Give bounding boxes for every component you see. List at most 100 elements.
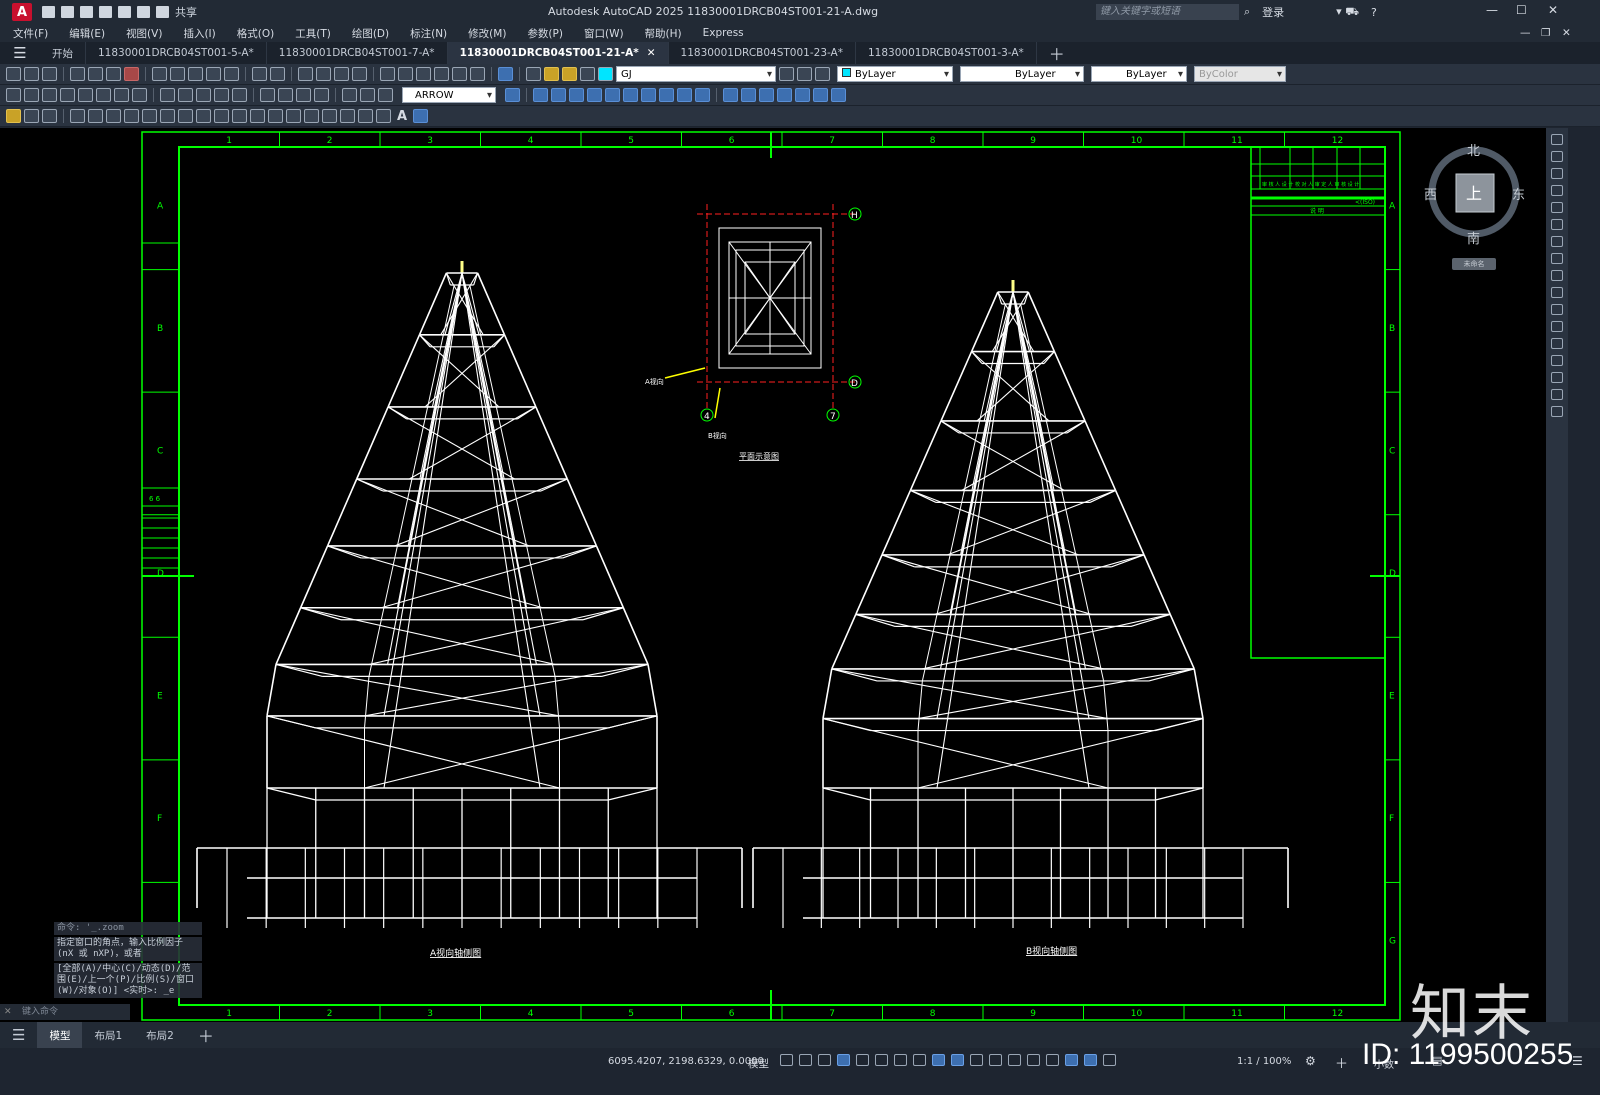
preview-icon[interactable] [88, 67, 103, 81]
tab-document-active[interactable]: 11830001DRCB04ST001-21-A* ✕ [447, 42, 669, 64]
hamburger-menu-icon[interactable]: ☰ [0, 42, 40, 64]
search-icon[interactable]: ⌕ [1244, 5, 1250, 19]
menu-help[interactable]: 帮助(H) [645, 26, 682, 41]
plot-icon[interactable] [118, 6, 131, 18]
coordinates-readout[interactable]: 6095.4207, 2198.6329, 0.0000 [608, 1056, 764, 1067]
menu-edit[interactable]: 编辑(E) [69, 26, 105, 41]
line-icon[interactable] [70, 109, 85, 123]
layer-lock-icon[interactable] [580, 67, 595, 81]
tab-layout2[interactable]: 布局2 [134, 1022, 186, 1048]
linetype-dropdown[interactable]: ByLayer [960, 66, 1084, 83]
rectangle-icon[interactable] [142, 109, 157, 123]
ucs-zaxis-icon[interactable] [659, 88, 674, 102]
solid-box-icon[interactable] [723, 88, 738, 102]
tab-document[interactable]: 11830001DRCB04ST001-23-A* [669, 42, 856, 64]
viewcube-south[interactable]: 南 [1467, 228, 1480, 247]
table-icon[interactable] [376, 109, 391, 123]
dim-space-icon[interactable] [214, 88, 229, 102]
menu-minimize-icon[interactable]: — [1520, 27, 1531, 39]
menu-parameters[interactable]: 参数(P) [527, 26, 563, 41]
layer-iso-icon[interactable] [24, 109, 39, 123]
block-icon[interactable] [224, 67, 239, 81]
solid-cylinder-icon[interactable] [795, 88, 810, 102]
ucs-icon[interactable] [533, 88, 548, 102]
solid-sphere-icon[interactable] [777, 88, 792, 102]
redo-icon[interactable] [156, 6, 169, 18]
ucs-3point-icon[interactable] [677, 88, 692, 102]
paste-icon[interactable] [188, 67, 203, 81]
search-input[interactable]: 键入关键字或短语 [1096, 4, 1239, 20]
grid-icon[interactable] [780, 1054, 793, 1066]
selection-filter-icon[interactable] [1027, 1054, 1040, 1066]
viewcube-north[interactable]: 北 [1467, 140, 1480, 159]
save-icon[interactable] [80, 6, 93, 18]
menu-view[interactable]: 视图(V) [126, 26, 162, 41]
angular-dim-icon[interactable] [132, 88, 147, 102]
auto-scale-icon[interactable] [1084, 1054, 1097, 1066]
mirror-icon[interactable] [1551, 168, 1563, 179]
close-icon[interactable]: ✕ [1548, 3, 1558, 17]
cut-icon[interactable] [152, 67, 167, 81]
ucs-world-icon[interactable] [551, 88, 566, 102]
stretch-icon[interactable] [1551, 270, 1563, 281]
calculator-icon[interactable] [470, 67, 485, 81]
undo-icon[interactable] [137, 6, 150, 18]
break-icon[interactable] [1551, 321, 1563, 332]
transparency-icon[interactable] [951, 1054, 964, 1066]
zoom-window-icon[interactable] [334, 67, 349, 81]
continue-dim-icon[interactable] [196, 88, 211, 102]
isodraft-icon[interactable] [875, 1054, 888, 1066]
solid-wedge-icon[interactable] [741, 88, 756, 102]
3d-osnap-icon[interactable] [989, 1054, 1002, 1066]
erase-icon[interactable] [1551, 134, 1563, 145]
publish-icon[interactable] [106, 67, 121, 81]
viewcube-east[interactable]: 东 [1512, 184, 1525, 203]
menu-window[interactable]: 窗口(W) [584, 26, 624, 41]
explode-icon[interactable] [1551, 406, 1563, 417]
snap-icon[interactable] [799, 1054, 812, 1066]
layer-color-icon[interactable] [598, 67, 613, 81]
drawing-canvas[interactable]: 1 2 3 4 5 6 7 8 9 10 11 12 1 2 3 4 5 6 7 8 9 10 11 12 AABBCCDD… [0, 128, 1546, 1022]
wcs-menu[interactable]: 未命名 [1452, 258, 1496, 270]
dim-style-icon[interactable] [505, 88, 520, 102]
annotation-scale[interactable]: 1:1 / 100% [1237, 1056, 1291, 1067]
layer-walk-icon[interactable] [42, 109, 57, 123]
print-icon[interactable] [70, 67, 85, 81]
solid-pyramid-icon[interactable] [831, 88, 846, 102]
ellipse-icon[interactable] [232, 109, 247, 123]
menu-file[interactable]: 文件(F) [13, 26, 48, 41]
rotate-icon[interactable] [1551, 236, 1563, 247]
mtext-icon[interactable]: A [397, 109, 407, 124]
tab-layout1[interactable]: 布局1 [82, 1022, 134, 1048]
2d-osnap-icon[interactable] [913, 1054, 926, 1066]
layer-match-icon[interactable] [6, 109, 21, 123]
center-mark-icon[interactable] [278, 88, 293, 102]
infer-icon[interactable] [818, 1054, 831, 1066]
copy-object-icon[interactable] [1551, 151, 1563, 162]
radius-dim-icon[interactable] [78, 88, 93, 102]
arc-length-icon[interactable] [42, 88, 57, 102]
model-space-button[interactable]: 模型 [748, 1056, 769, 1071]
inspection-icon[interactable] [296, 88, 311, 102]
menu-insert[interactable]: 插入(I) [183, 26, 215, 41]
make-block-icon[interactable] [286, 109, 301, 123]
region-icon[interactable] [358, 109, 373, 123]
hatch-icon[interactable] [322, 109, 337, 123]
ellipse-arc-icon[interactable] [250, 109, 265, 123]
dim-update-icon[interactable] [378, 88, 393, 102]
redo-icon[interactable] [270, 67, 285, 81]
chamfer-icon[interactable] [1551, 355, 1563, 366]
pan-icon[interactable] [298, 67, 313, 81]
viewcube-west[interactable]: 西 [1424, 184, 1437, 203]
gradient-icon[interactable] [340, 109, 355, 123]
tolerance-icon[interactable] [260, 88, 275, 102]
design-center-icon[interactable] [398, 67, 413, 81]
3d-print-icon[interactable] [124, 67, 139, 81]
ucs-face-icon[interactable] [587, 88, 602, 102]
menu-dimension[interactable]: 标注(N) [410, 26, 447, 41]
tab-document[interactable]: 11830001DRCB04ST001-7-A* [267, 42, 448, 64]
extend-icon[interactable] [1551, 304, 1563, 315]
selection-cycling-icon[interactable] [970, 1054, 983, 1066]
polar-icon[interactable] [856, 1054, 869, 1066]
menu-modify[interactable]: 修改(M) [468, 26, 506, 41]
